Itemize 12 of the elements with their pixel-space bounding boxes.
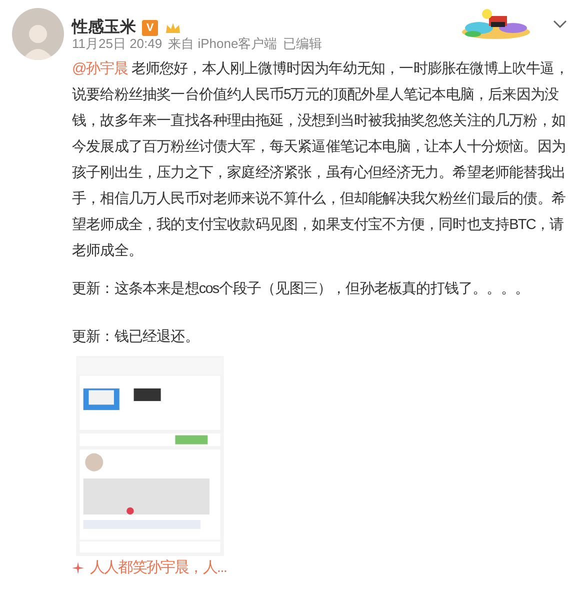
verified-badge: V [142, 20, 158, 36]
article-link[interactable]: 人人都笑孙宇晨，人... [90, 558, 227, 578]
post-text: @孙宇晨 老师您好，本人刚上微博时因为年幼无知，一时膨胀在微博上吹牛逼，说要给粉丝抽奖一台价值约人民币5万元的顶配外星人笔记本电脑，后来因为没钱，故多年来一直找各种理由拖延，没想到当时被我抽奖忽悠关注的几万粉，如今发展成了百万粉丝讨债大军，每天紧逼催笔记本电脑，让本人十分烦恼。因为孩子刚出生，压力之下，家庭经济紧张，虽有心但经济无力。希望老师能替我出手，相信几万人民币对老师来说不算什么，但却能解决我欠粉丝们最后的债。希望老师成全，我的支付宝收款码见图，如果支付宝不方便，同时也支持BTC，请老师成全。 [72, 60, 569, 261]
chevron-down-icon[interactable] [553, 20, 567, 28]
mention-link[interactable]: @孙宇晨 [72, 61, 128, 77]
edited-label[interactable]: 已编辑 [283, 34, 322, 54]
update-text: 更新：钱已经退还。 [72, 328, 200, 347]
post-source: 来自 iPhone客户端 [168, 35, 278, 53]
crown-icon [164, 21, 182, 35]
post-time[interactable]: 11月25日 20:49 [72, 34, 162, 54]
sparkle-icon [72, 562, 84, 574]
update-text: 更新：这条本来是想cos个段子（见图三），但孙老板真的打钱了。。。。 [72, 280, 530, 299]
